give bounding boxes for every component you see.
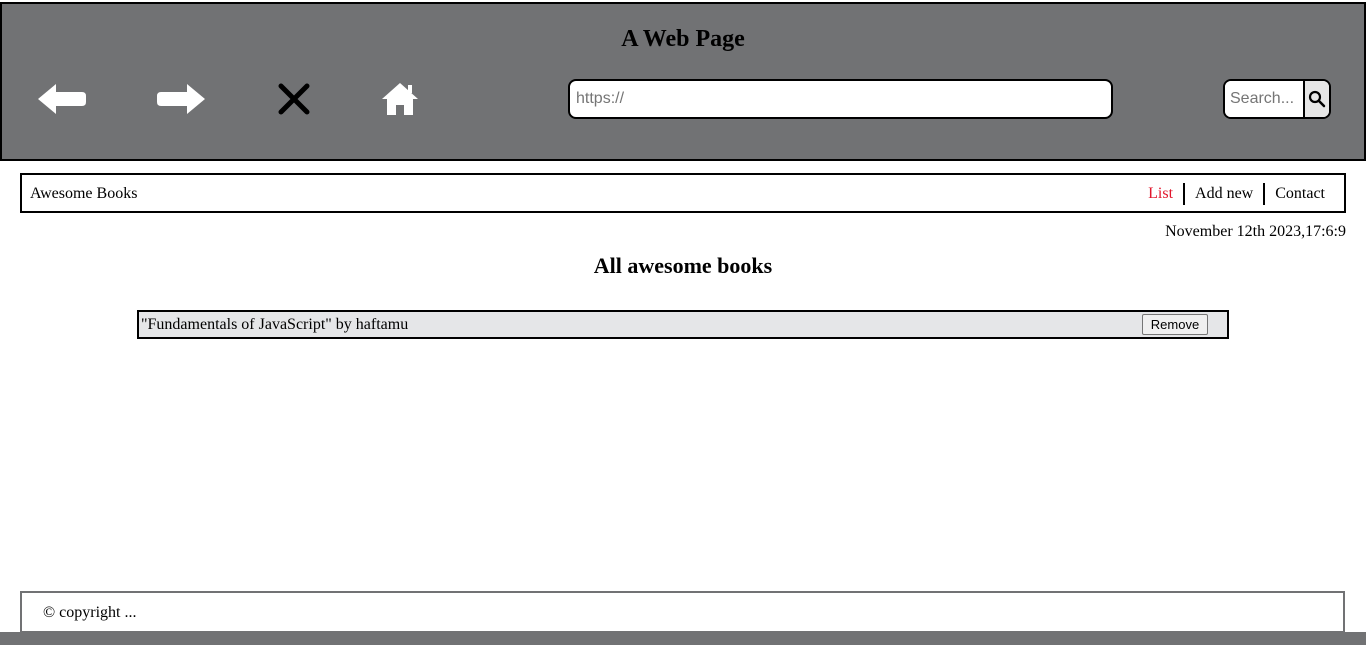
search-button[interactable] [1303,81,1329,117]
book-text: "Fundamentals of JavaScript" by haftamu [141,316,409,333]
list-item: "Fundamentals of JavaScript" by haftamu … [137,310,1229,339]
copyright-text: © copyright ... [43,604,137,621]
home-icon[interactable] [372,77,428,121]
app-navbar: Awesome Books List Add new Contact [20,173,1346,213]
search-box [1223,79,1331,119]
brand-title: Awesome Books [30,185,138,202]
nav-menu: List Add new Contact [1138,183,1344,205]
footer: © copyright ... [20,591,1345,633]
date-time: November 12th 2023,17:6:9 [1165,223,1346,240]
close-icon[interactable] [266,77,322,121]
nav-item-add-new[interactable]: Add new [1185,183,1266,205]
url-input[interactable] [568,79,1113,119]
page-title: All awesome books [593,253,773,278]
bottom-strip [0,632,1366,645]
nav-item-list[interactable]: List [1138,183,1186,205]
browser-title: A Web Page [621,26,745,52]
nav-item-contact[interactable]: Contact [1265,183,1344,205]
remove-button[interactable]: Remove [1142,314,1208,335]
search-icon [1308,90,1326,108]
arrow-left-icon[interactable] [34,77,90,121]
browser-toolbar: A Web Page [0,2,1366,161]
arrow-right-icon[interactable] [153,77,209,121]
search-input[interactable] [1225,81,1303,117]
